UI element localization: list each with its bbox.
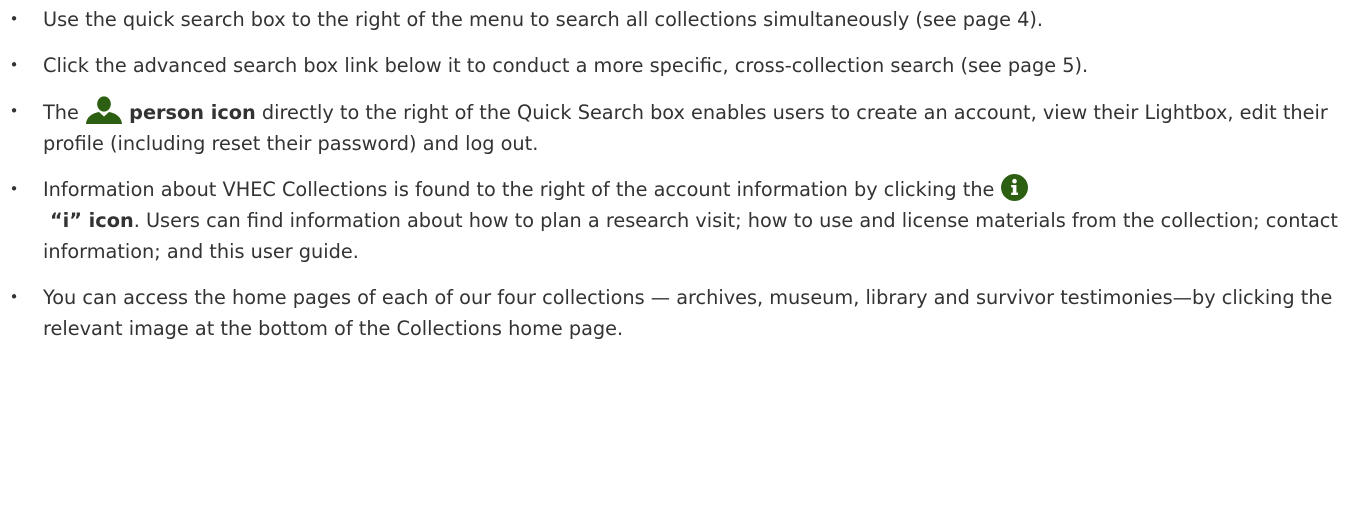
list-item-text-post: . Users can find information about how t…	[43, 209, 1338, 263]
list-item-text: Click the advanced search box link below…	[43, 54, 1089, 77]
list-item-collections: • You can access the home pages of each …	[8, 282, 1353, 344]
bullet-icon: •	[9, 102, 19, 120]
list-item-text-pre: The	[43, 101, 79, 124]
list-item-text: Use the quick search box to the right of…	[43, 8, 1043, 31]
bullet-icon: •	[9, 288, 19, 306]
person-icon-label: person icon	[129, 101, 256, 124]
list-item-advanced-search: • Click the advanced search box link bel…	[8, 50, 1353, 81]
list-item-info-icon: • Information about VHEC Collections is …	[8, 174, 1353, 267]
info-icon-label: “i” icon	[50, 209, 134, 232]
info-icon	[1000, 174, 1028, 201]
list-item-text: You can access the home pages of each of…	[43, 286, 1333, 340]
person-icon	[85, 96, 123, 124]
user-guide-section: • Use the quick search box to the right …	[0, 0, 1353, 519]
bullet-list: • Use the quick search box to the right …	[8, 4, 1353, 344]
list-item-quick-search: • Use the quick search box to the right …	[8, 4, 1353, 35]
list-item-text-pre: Information about VHEC Collections is fo…	[43, 178, 995, 201]
bullet-icon: •	[9, 56, 19, 74]
bullet-icon: •	[9, 180, 19, 198]
bullet-icon: •	[9, 10, 19, 28]
list-item-person-icon: • The person icon directly to the right …	[8, 96, 1353, 159]
